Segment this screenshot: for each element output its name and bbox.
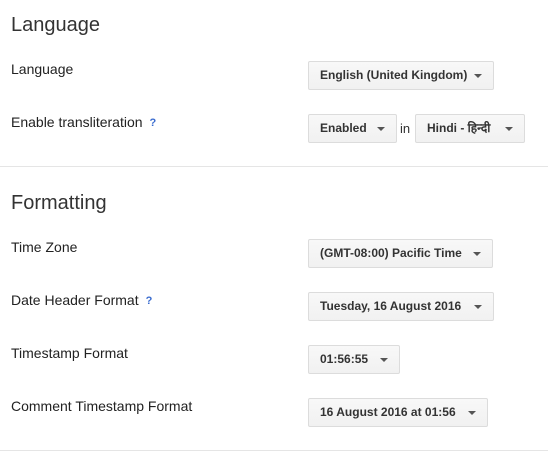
section-divider bbox=[0, 450, 548, 451]
language-section-title: Language bbox=[11, 14, 100, 36]
transliteration-script-value: Hindi - हिन्दी bbox=[427, 121, 491, 135]
chevron-down-icon bbox=[474, 305, 482, 309]
date-header-label-row: Date Header Format? bbox=[11, 291, 152, 310]
time-zone-value: (GMT-08:00) Pacific Time bbox=[320, 246, 462, 260]
date-header-format-dropdown[interactable]: Tuesday, 16 August 2016 bbox=[308, 292, 494, 321]
time-zone-dropdown[interactable]: (GMT-08:00) Pacific Time bbox=[308, 239, 493, 268]
comment-timestamp-format-dropdown[interactable]: 16 August 2016 at 01:56 bbox=[308, 398, 488, 427]
time-zone-label: Time Zone bbox=[11, 239, 78, 255]
chevron-down-icon bbox=[380, 358, 388, 362]
date-header-format-label: Date Header Format bbox=[11, 292, 139, 308]
transliteration-label-row: Enable transliteration? bbox=[11, 113, 156, 132]
chevron-down-icon bbox=[468, 411, 476, 415]
chevron-down-icon bbox=[474, 74, 482, 78]
timestamp-format-value: 01:56:55 bbox=[320, 352, 369, 366]
language-dropdown-value: English (United Kingdom) bbox=[320, 68, 468, 82]
chevron-down-icon bbox=[473, 252, 481, 256]
chevron-down-icon bbox=[505, 127, 513, 131]
transliteration-enabled-dropdown[interactable]: Enabled bbox=[308, 114, 397, 143]
chevron-down-icon bbox=[377, 127, 385, 131]
date-header-format-value: Tuesday, 16 August 2016 bbox=[320, 299, 462, 313]
section-divider bbox=[0, 166, 548, 167]
transliteration-connector-text: in bbox=[400, 121, 411, 136]
transliteration-script-dropdown[interactable]: Hindi - हिन्दी bbox=[415, 114, 525, 143]
timestamp-format-dropdown[interactable]: 01:56:55 bbox=[308, 345, 400, 374]
language-label: Language bbox=[11, 61, 74, 77]
language-dropdown[interactable]: English (United Kingdom) bbox=[308, 61, 494, 90]
timestamp-format-label: Timestamp Format bbox=[11, 345, 128, 361]
formatting-section-title: Formatting bbox=[11, 192, 107, 214]
transliteration-label: Enable transliteration bbox=[11, 114, 143, 130]
comment-timestamp-format-value: 16 August 2016 at 01:56 bbox=[320, 405, 456, 419]
comment-timestamp-format-label: Comment Timestamp Format bbox=[11, 398, 193, 414]
transliteration-enabled-value: Enabled bbox=[320, 121, 367, 135]
help-icon[interactable]: ? bbox=[150, 114, 157, 132]
help-icon[interactable]: ? bbox=[146, 292, 153, 310]
